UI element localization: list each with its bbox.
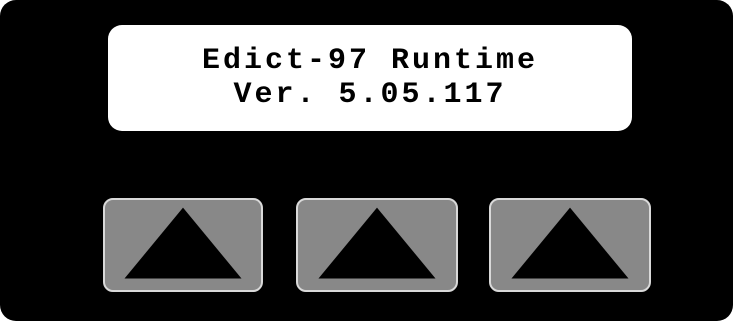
soft-key-2[interactable]	[296, 198, 458, 292]
up-triangle-icon	[511, 207, 629, 279]
lcd-display: Edict-97 Runtime Ver. 5.05.117	[108, 25, 632, 131]
soft-key-3[interactable]	[489, 198, 651, 292]
up-triangle-icon	[124, 207, 242, 279]
soft-key-1[interactable]	[103, 198, 263, 292]
display-line-2: Ver. 5.05.117	[233, 78, 507, 112]
up-triangle-icon	[318, 207, 436, 279]
display-line-1: Edict-97 Runtime	[201, 44, 539, 78]
operator-panel: Edict-97 Runtime Ver. 5.05.117	[0, 0, 733, 321]
